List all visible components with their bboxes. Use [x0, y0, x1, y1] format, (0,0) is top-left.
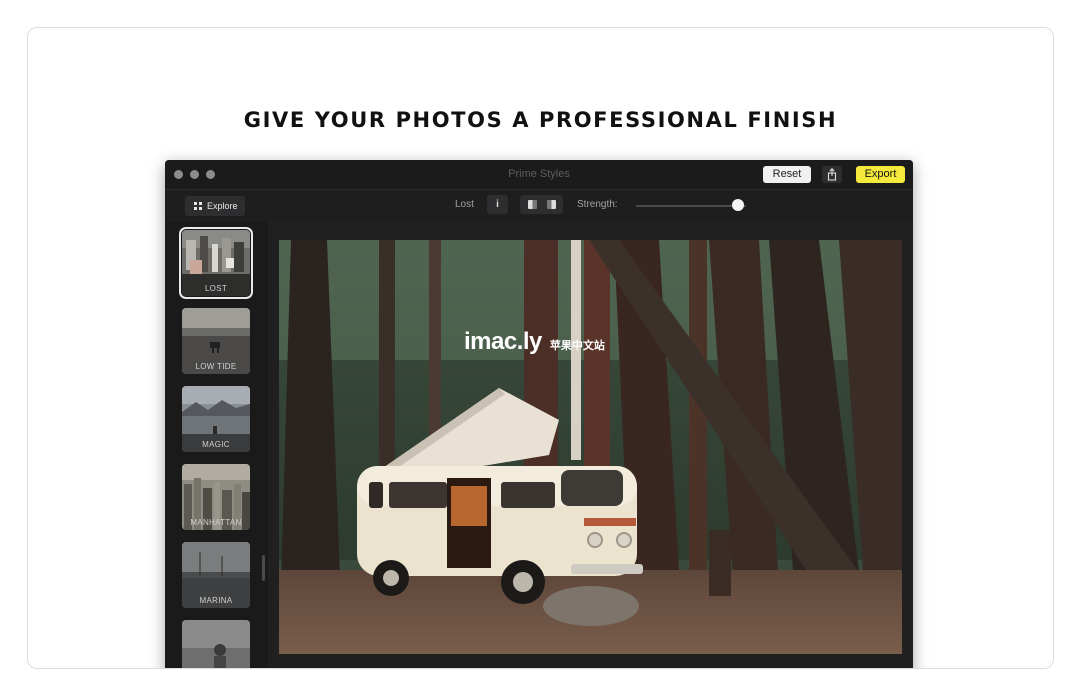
style-thumb-low-tide[interactable]: LOW TIDE — [182, 308, 250, 374]
title-bar: Prime Styles Reset Export — [165, 160, 913, 190]
portrait-thumbnail — [182, 620, 250, 668]
canvas-area: imac.ly 苹果中文站 — [268, 222, 913, 668]
style-thumb-marina[interactable]: MARINA — [182, 542, 250, 608]
compare-after-icon[interactable] — [547, 200, 556, 209]
watermark: imac.ly 苹果中文站 — [464, 328, 605, 356]
share-icon — [827, 168, 837, 181]
strength-slider-knob[interactable] — [732, 199, 745, 211]
style-label: LOW TIDE — [195, 362, 237, 371]
reset-button[interactable]: Reset — [763, 166, 811, 183]
style-thumb-lost[interactable]: LOST — [179, 227, 253, 299]
info-button[interactable]: i — [487, 195, 508, 214]
style-thumb-manhattan[interactable]: MANHATTAN — [182, 464, 250, 530]
van-in-forest-image — [279, 240, 902, 654]
style-label: MAGIC — [202, 440, 230, 449]
watermark-cn: 苹果中文站 — [549, 340, 605, 352]
style-thumb-magic[interactable]: MAGIC — [182, 386, 250, 452]
export-button[interactable]: Export — [856, 166, 905, 183]
style-label: MARINA — [199, 596, 233, 605]
style-label: LOST — [204, 284, 228, 293]
styles-sidebar: LOST LOW TIDE MAGIC MANHATTAN MARINA — [165, 222, 268, 668]
share-button[interactable] — [822, 166, 842, 183]
style-thumb[interactable] — [182, 620, 250, 668]
explore-label: Explore — [207, 201, 238, 211]
strength-label: Strength: — [577, 199, 618, 210]
headline: GIVE YOUR PHOTOS A PROFESSIONAL FINISH — [243, 108, 838, 132]
watermark-brand: imac.ly — [464, 328, 542, 355]
style-label: MANHATTAN — [190, 518, 242, 527]
current-style-name: Lost — [455, 199, 474, 210]
strength-slider[interactable] — [636, 205, 746, 207]
compare-toggle[interactable] — [520, 195, 563, 214]
sidebar-scrollbar[interactable] — [262, 555, 265, 581]
promo-card: GIVE YOUR PHOTOS A PROFESSIONAL FINISH P… — [27, 27, 1054, 669]
grid-icon — [194, 202, 202, 210]
compare-before-icon[interactable] — [528, 200, 537, 209]
app-window: Prime Styles Reset Export Explore Lost i… — [165, 160, 913, 668]
preview-photo: imac.ly 苹果中文站 — [279, 240, 902, 654]
explore-button[interactable]: Explore — [185, 196, 245, 216]
toolbar: Explore Lost i Strength: — [165, 190, 913, 222]
